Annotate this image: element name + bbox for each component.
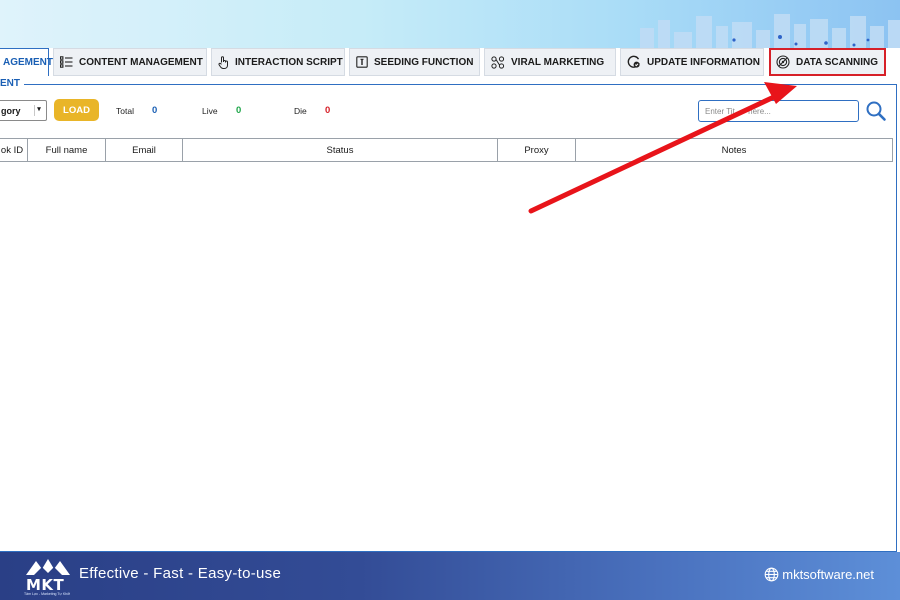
die-count: 0 [325, 105, 331, 116]
column-header-status[interactable]: Status [183, 139, 498, 161]
tab-label: INTERACTION SCRIPT [235, 56, 343, 68]
load-button[interactable]: LOAD [54, 99, 99, 121]
category-select[interactable]: gory ▾ [0, 100, 47, 121]
logo-subtext: Tâm Lực - Marketing Tự Khởi [24, 592, 71, 596]
share-nodes-icon [491, 55, 505, 69]
column-header-id[interactable]: ok ID [0, 139, 28, 161]
category-value: gory [1, 105, 21, 116]
tab-viral-marketing[interactable]: VIRAL MARKETING [484, 48, 616, 76]
search-icon [866, 101, 886, 121]
tab-label: AGEMENT [3, 57, 53, 68]
panel-legend: ENT [0, 78, 24, 89]
total-count: 0 [152, 105, 158, 116]
column-header-email[interactable]: Email [106, 139, 183, 161]
tab-data-scanning[interactable]: DATA SCANNING [769, 48, 886, 76]
live-label: Live [202, 106, 218, 116]
seed-box-icon [356, 55, 368, 69]
live-count: 0 [236, 105, 242, 116]
tab-account-management[interactable]: AGEMENT [0, 48, 53, 76]
search-input[interactable] [698, 100, 859, 122]
main-tab-bar: AGEMENT CONTENT MANAGEMENT INTERACTION S… [0, 48, 900, 76]
tab-label: VIRAL MARKETING [511, 56, 605, 68]
refresh-check-icon [627, 55, 641, 69]
tagline: Effective - Fast - Easy-to-use [79, 565, 282, 582]
chevron-down-icon: ▾ [34, 105, 43, 116]
globe-icon [764, 567, 779, 582]
top-banner [0, 0, 900, 48]
tab-content-management[interactable]: CONTENT MANAGEMENT [53, 48, 207, 76]
column-header-proxy[interactable]: Proxy [498, 139, 576, 161]
tab-label: SEEDING FUNCTION [374, 56, 474, 68]
die-label: Die [294, 106, 307, 116]
tab-interaction-script[interactable]: INTERACTION SCRIPT [211, 48, 345, 76]
tab-seeding-function[interactable]: SEEDING FUNCTION [349, 48, 480, 76]
tab-update-information[interactable]: UPDATE INFORMATION [620, 48, 764, 76]
city-skyline-graphic [640, 14, 900, 48]
search-button[interactable] [864, 100, 888, 122]
total-label: Total [116, 106, 134, 116]
accounts-table-header: ok ID Full name Email Status Proxy Notes [0, 138, 893, 162]
promo-footer: MKT Tâm Lực - Marketing Tự Khởi Effectiv… [0, 552, 900, 600]
website-text: mktsoftware.net [782, 567, 874, 582]
tab-label: DATA SCANNING [796, 56, 879, 68]
tab-label: UPDATE INFORMATION [647, 56, 760, 68]
tab-label: CONTENT MANAGEMENT [79, 56, 203, 68]
column-header-full-name[interactable]: Full name [28, 139, 106, 161]
website-link[interactable]: mktsoftware.net [764, 567, 874, 582]
radar-icon [776, 55, 790, 69]
hand-pointer-icon [218, 55, 229, 69]
column-header-notes[interactable]: Notes [576, 139, 892, 161]
list-icon [60, 55, 73, 69]
